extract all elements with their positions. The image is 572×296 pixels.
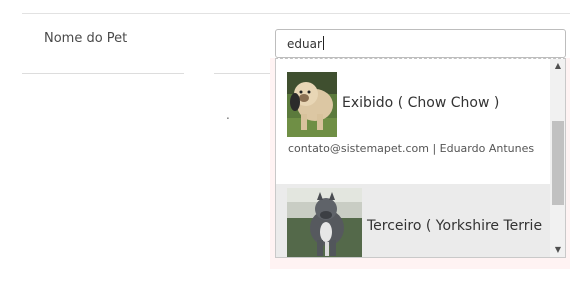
pet-name-label: Nome do Pet bbox=[44, 31, 128, 46]
scroll-up-arrow-icon[interactable]: ▲ bbox=[550, 59, 565, 73]
page: Nome do Pet . eduar Exibido (Chow Chow … bbox=[0, 0, 572, 296]
autocomplete-item[interactable]: Exibido ( Chow Chow ) contato@sistemapet… bbox=[276, 59, 550, 184]
pet-name: Exibido ( Chow Chow ) bbox=[342, 95, 500, 111]
field-underline bbox=[22, 73, 184, 74]
scrollbar-thumb[interactable] bbox=[552, 121, 564, 205]
owner-info: contato@sistemapet.com | Eduardo Antunes bbox=[288, 142, 535, 155]
chow-chow-dog-photo bbox=[287, 72, 337, 137]
pet-name-input[interactable]: eduar bbox=[275, 29, 566, 58]
field-underline bbox=[214, 73, 274, 74]
autocomplete-item-highlighted[interactable]: Terceiro ( Yorkshire Terrie bbox=[276, 184, 550, 257]
pet-name: Terceiro ( Yorkshire Terrie bbox=[367, 218, 543, 234]
chow-chow-dog-image bbox=[287, 72, 337, 137]
scroll-down-arrow-icon[interactable]: ▼ bbox=[550, 243, 565, 257]
pet-name-input-value: eduar bbox=[287, 37, 322, 51]
pit-bull-dog-image bbox=[287, 188, 362, 257]
stray-dot: . bbox=[226, 108, 230, 122]
autocomplete-list: Exibido ( Chow Chow ) contato@sistemapet… bbox=[276, 59, 550, 257]
pit-bull-dog-photo bbox=[287, 188, 362, 257]
dropdown-scrollbar[interactable]: ▲ ▼ bbox=[550, 59, 565, 257]
section-divider bbox=[22, 13, 570, 14]
text-caret bbox=[322, 36, 324, 50]
autocomplete-dropdown[interactable]: Exibido ( Chow Chow ) contato@sistemapet… bbox=[275, 58, 566, 258]
